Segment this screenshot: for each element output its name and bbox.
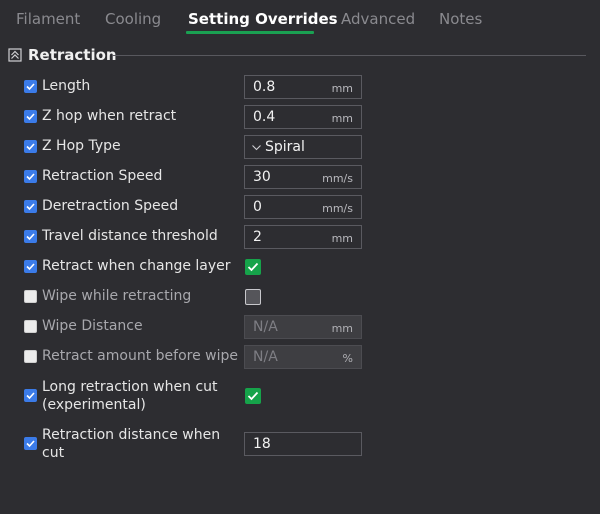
length-input[interactable]: 0.8 mm [244, 75, 362, 99]
length-unit: mm [331, 82, 353, 95]
z-hop-type-select[interactable]: Spiral [244, 135, 362, 159]
travel-distance-threshold-label: Travel distance threshold [42, 228, 218, 244]
retraction-speed-value: 30 [253, 169, 271, 185]
deretraction-speed-unit: mm/s [322, 202, 353, 215]
wipe-distance-unit: mm [331, 322, 353, 335]
section-divider [112, 55, 586, 56]
retraction-distance-when-cut-enable-checkbox[interactable] [24, 437, 37, 450]
tab-advanced[interactable]: Advanced [341, 10, 415, 28]
z-hop-when-retract-unit: mm [331, 112, 353, 125]
retraction-section-header[interactable]: Retraction [0, 44, 600, 68]
z-hop-when-retract-input[interactable]: 0.4 mm [244, 105, 362, 129]
deretraction-speed-enable-checkbox[interactable] [24, 200, 37, 213]
chevron-down-icon [252, 145, 261, 151]
retraction-speed-unit: mm/s [322, 172, 353, 185]
retract-amount-before-wipe-enable-checkbox[interactable] [24, 350, 37, 363]
travel-distance-threshold-enable-checkbox[interactable] [24, 230, 37, 243]
wipe-distance-input: N/A mm [244, 315, 362, 339]
retract-when-change-layer-enable-checkbox[interactable] [24, 260, 37, 273]
retract-amount-before-wipe-unit: % [342, 352, 353, 365]
retraction-distance-when-cut-value: 18 [253, 436, 271, 452]
retraction-speed-input[interactable]: 30 mm/s [244, 165, 362, 189]
length-value: 0.8 [253, 79, 276, 95]
retraction-speed-enable-checkbox[interactable] [24, 170, 37, 183]
active-tab-indicator [186, 31, 314, 34]
z-hop-when-retract-label: Z hop when retract [42, 108, 177, 124]
long-retraction-when-cut-enable-checkbox[interactable] [24, 389, 37, 402]
section-title: Retraction [28, 46, 117, 64]
length-enable-checkbox[interactable] [24, 80, 37, 93]
retract-amount-before-wipe-value: N/A [253, 349, 278, 365]
wipe-while-retracting-checkbox[interactable] [245, 289, 261, 305]
z-hop-type-label: Z Hop Type [42, 138, 121, 154]
wipe-distance-label: Wipe Distance [42, 318, 143, 334]
deretraction-speed-input[interactable]: 0 mm/s [244, 195, 362, 219]
tab-bar: Filament Cooling Setting Overrides Advan… [0, 0, 600, 34]
wipe-while-retracting-label: Wipe while retracting [42, 288, 192, 304]
retract-amount-before-wipe-label: Retract amount before wipe [42, 348, 238, 364]
z-hop-when-retract-enable-checkbox[interactable] [24, 110, 37, 123]
z-hop-when-retract-value: 0.4 [253, 109, 276, 125]
wipe-while-retracting-enable-checkbox[interactable] [24, 290, 37, 303]
long-retraction-when-cut-checkbox[interactable] [245, 388, 261, 404]
collapse-icon[interactable] [8, 48, 22, 62]
travel-distance-threshold-unit: mm [331, 232, 353, 245]
wipe-distance-value: N/A [253, 319, 278, 335]
retract-when-change-layer-label: Retract when change layer [42, 258, 231, 274]
deretraction-speed-label: Deretraction Speed [42, 198, 179, 214]
z-hop-type-value: Spiral [265, 139, 305, 155]
retraction-distance-when-cut-label: Retraction distance when cut [42, 427, 221, 461]
travel-distance-threshold-input[interactable]: 2 mm [244, 225, 362, 249]
tab-filament[interactable]: Filament [16, 10, 80, 28]
tab-setting-overrides[interactable]: Setting Overrides [188, 10, 338, 28]
tab-notes[interactable]: Notes [439, 10, 482, 28]
retract-when-change-layer-checkbox[interactable] [245, 259, 261, 275]
retract-amount-before-wipe-input: N/A% [244, 345, 362, 369]
length-label: Length [42, 78, 91, 94]
z-hop-type-enable-checkbox[interactable] [24, 140, 37, 153]
deretraction-speed-value: 0 [253, 199, 262, 215]
retraction-distance-when-cut-input[interactable]: 18 [244, 432, 362, 456]
tab-cooling[interactable]: Cooling [105, 10, 161, 28]
travel-distance-threshold-value: 2 [253, 229, 262, 245]
retraction-speed-label: Retraction Speed [42, 168, 163, 184]
long-retraction-when-cut-label: Long retraction when cut (experimental) [42, 379, 218, 413]
wipe-distance-enable-checkbox[interactable] [24, 320, 37, 333]
